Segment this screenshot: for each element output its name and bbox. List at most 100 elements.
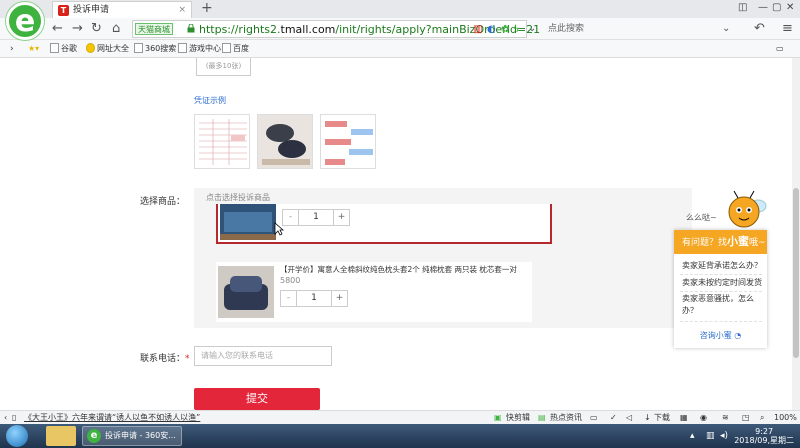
pc-icon[interactable]: ▭ <box>590 411 598 424</box>
product-price: 5800 <box>280 276 301 285</box>
close-window-button[interactable]: ✕ <box>786 2 794 13</box>
file-explorer-icon[interactable] <box>46 426 76 446</box>
help-question-1[interactable]: 卖家延背承诺怎么办？ <box>682 260 762 272</box>
phone-input[interactable]: 请输入您的联系电话 <box>194 346 332 366</box>
download-link[interactable]: 下载 <box>654 411 670 424</box>
status-back-icon[interactable]: ‹ <box>4 411 7 424</box>
new-tab-button[interactable]: + <box>201 0 213 17</box>
mouse-cursor-icon <box>274 222 284 236</box>
verified-site-badge[interactable]: 天猫商城 <box>135 23 173 35</box>
volume-icon[interactable]: ◂) <box>720 431 728 441</box>
phone-label: 联系电话：* <box>140 354 190 364</box>
search-engine-dropdown-icon[interactable]: ⌄ <box>722 21 730 36</box>
divider <box>680 274 762 275</box>
start-button[interactable] <box>6 425 28 447</box>
required-mark: * <box>185 354 190 364</box>
network-icon[interactable]: ▥ <box>706 431 715 441</box>
speedup-link[interactable]: 快剪辑 <box>506 411 530 424</box>
grid-icon[interactable]: ▦ <box>680 411 688 424</box>
tray-arrow-icon[interactable]: ▴ <box>690 431 695 441</box>
system-clock[interactable]: 9:27 2018/09,星期二 <box>734 427 794 445</box>
vertical-scrollbar[interactable] <box>792 58 800 410</box>
quantity-stepper-1[interactable]: - 1 + <box>282 209 350 226</box>
tab-complaint[interactable]: T 投诉申请 × <box>52 1 192 18</box>
search-placeholder: 点此搜索 <box>548 24 585 34</box>
help-widget: 有问题？找小蜜哦~ 卖家延背承诺怎么办？ 卖家未按约定时间发货 卖家恶意骚扰，怎… <box>674 230 767 348</box>
home-icon[interactable]: ⌂ <box>112 21 120 36</box>
back-icon[interactable]: ← <box>52 21 63 36</box>
bookmark-hao123[interactable]: 网址大全 <box>86 43 129 55</box>
decrease-button[interactable]: - <box>283 210 299 225</box>
chat-thumbnail-icon <box>321 115 375 168</box>
proof-example-link[interactable]: 凭证示例 <box>194 95 226 106</box>
bookmark-game-center[interactable]: 游戏中心 <box>178 43 221 55</box>
tab-title: 投诉申请 <box>73 5 110 15</box>
product-image <box>220 204 276 240</box>
bookmark-google[interactable]: 谷歌 <box>50 43 77 55</box>
divider <box>680 321 762 322</box>
hot-news-link[interactable]: 热点资讯 <box>550 411 582 424</box>
proof-thumbnail-1[interactable] <box>194 114 250 169</box>
bookmark-360search[interactable]: 360搜索 <box>134 43 176 55</box>
upload-proof-box[interactable]: (最多10张) <box>196 58 251 76</box>
lock-icon <box>187 24 195 33</box>
sidebar-toggle-icon[interactable]: › <box>10 43 14 55</box>
quantity-value[interactable]: 1 <box>297 291 331 306</box>
speedup-icon: ▣ <box>494 413 502 422</box>
skin-icon[interactable]: ◫ <box>738 2 747 13</box>
zoom-icon[interactable]: ⌕ <box>760 411 764 424</box>
minimize-button[interactable]: — <box>758 2 768 13</box>
product-image <box>218 266 274 318</box>
help-bubble: 么么哒~ <box>686 213 717 222</box>
favorites-star-icon[interactable]: ★▾ <box>28 43 39 55</box>
contact-xiaomi-link[interactable]: 咨询小蜜 ◔ <box>674 330 767 341</box>
menu-icon[interactable]: ≡ <box>782 21 793 36</box>
decrease-button[interactable]: - <box>281 291 297 306</box>
news-ticker[interactable]: 《大王小王》六年来谓请“诱人以鱼不如诱人以渔” <box>24 411 200 424</box>
zoom-level[interactable]: 100% <box>774 411 797 424</box>
help-question-2[interactable]: 卖家未按约定时间发货 <box>682 277 762 289</box>
page-icon <box>178 43 187 53</box>
selected-goods-item[interactable]: - 1 + <box>216 204 552 244</box>
increase-button[interactable]: + <box>331 291 347 306</box>
product-title: 【开学价】寓意人全棉斜纹纯色枕头套2个 纯棉枕套 两只装 枕芯套一对 <box>280 265 517 274</box>
maximize-button[interactable]: ▢ <box>772 2 781 13</box>
bookmarks-bar: › ★▾ 谷歌 网址大全 360搜索 游戏中心 百度 ▭ <box>0 40 800 58</box>
refresh-icon[interactable]: ↻ <box>91 21 102 36</box>
safety-icon[interactable]: ✿ <box>501 23 509 36</box>
phone-placeholder: 请输入您的联系电话 <box>201 351 273 360</box>
proof-thumbnail-3[interactable] <box>320 114 376 169</box>
compat-icon[interactable]: ◐ <box>487 23 496 36</box>
address-bar[interactable]: 天猫商城 https://rights2.tmall.com/init/righ… <box>132 20 540 38</box>
bookmark-baidu[interactable]: 百度 <box>222 43 249 55</box>
undo-close-icon[interactable]: ↶ <box>754 21 765 36</box>
submit-button[interactable]: 提交 <box>194 388 320 410</box>
taskbar-browser-window[interactable]: e 投诉申请 - 360安... <box>82 426 182 446</box>
upload-hint: (最多10张) <box>205 62 242 70</box>
increase-button[interactable]: + <box>333 210 349 225</box>
forward-icon[interactable]: → <box>72 21 83 36</box>
speed-mode-icon[interactable]: ϟ <box>513 23 520 36</box>
scrollbar-thumb[interactable] <box>793 188 799 358</box>
status-bar: ‹ ▯ 《大王小王》六年来谓请“诱人以鱼不如诱人以渔” ▣ 快剪辑 ▤ 热点资讯… <box>0 410 800 424</box>
translate-icon[interactable]: ◳ <box>742 411 750 424</box>
goods-item-2[interactable]: 【开学价】寓意人全棉斜纹纯色枕头套2个 纯棉枕套 两只装 枕芯套一对 5800 … <box>216 262 532 322</box>
tab-bar: T 投诉申请 × + ◫ — ▢ ✕ <box>0 0 800 18</box>
search-box[interactable]: 点此搜索 <box>548 20 698 38</box>
proof-thumbnail-2[interactable] <box>257 114 313 169</box>
clock-time: 9:27 <box>755 427 774 436</box>
quantity-stepper-2[interactable]: - 1 + <box>280 290 348 307</box>
tab-close-button[interactable]: × <box>178 2 186 18</box>
mute-icon[interactable]: ◁ <box>626 411 632 424</box>
visible-icon[interactable]: ◉ <box>700 411 707 424</box>
page-icon <box>50 43 59 53</box>
page-action-icon[interactable]: ▥ <box>473 23 482 36</box>
goods-selector[interactable]: 点击选择投诉商品 - 1 + 【开学价】寓意人全棉斜纹纯色枕头套2个 纯棉枕套 … <box>194 188 692 328</box>
quantity-value[interactable]: 1 <box>299 210 333 225</box>
navigation-bar: ← → ↻ ⌂ 天猫商城 https://rights2.tmall.com/i… <box>0 18 800 40</box>
address-dropdown-icon[interactable]: ⌄ <box>528 21 536 36</box>
accelerate-icon[interactable]: ✓ <box>610 411 617 424</box>
wifi-icon[interactable]: ≋ <box>722 411 729 424</box>
bookmarks-more-icon[interactable]: ▭ <box>776 43 784 55</box>
help-question-3[interactable]: 卖家恶意骚扰，怎么办？ <box>682 293 762 317</box>
